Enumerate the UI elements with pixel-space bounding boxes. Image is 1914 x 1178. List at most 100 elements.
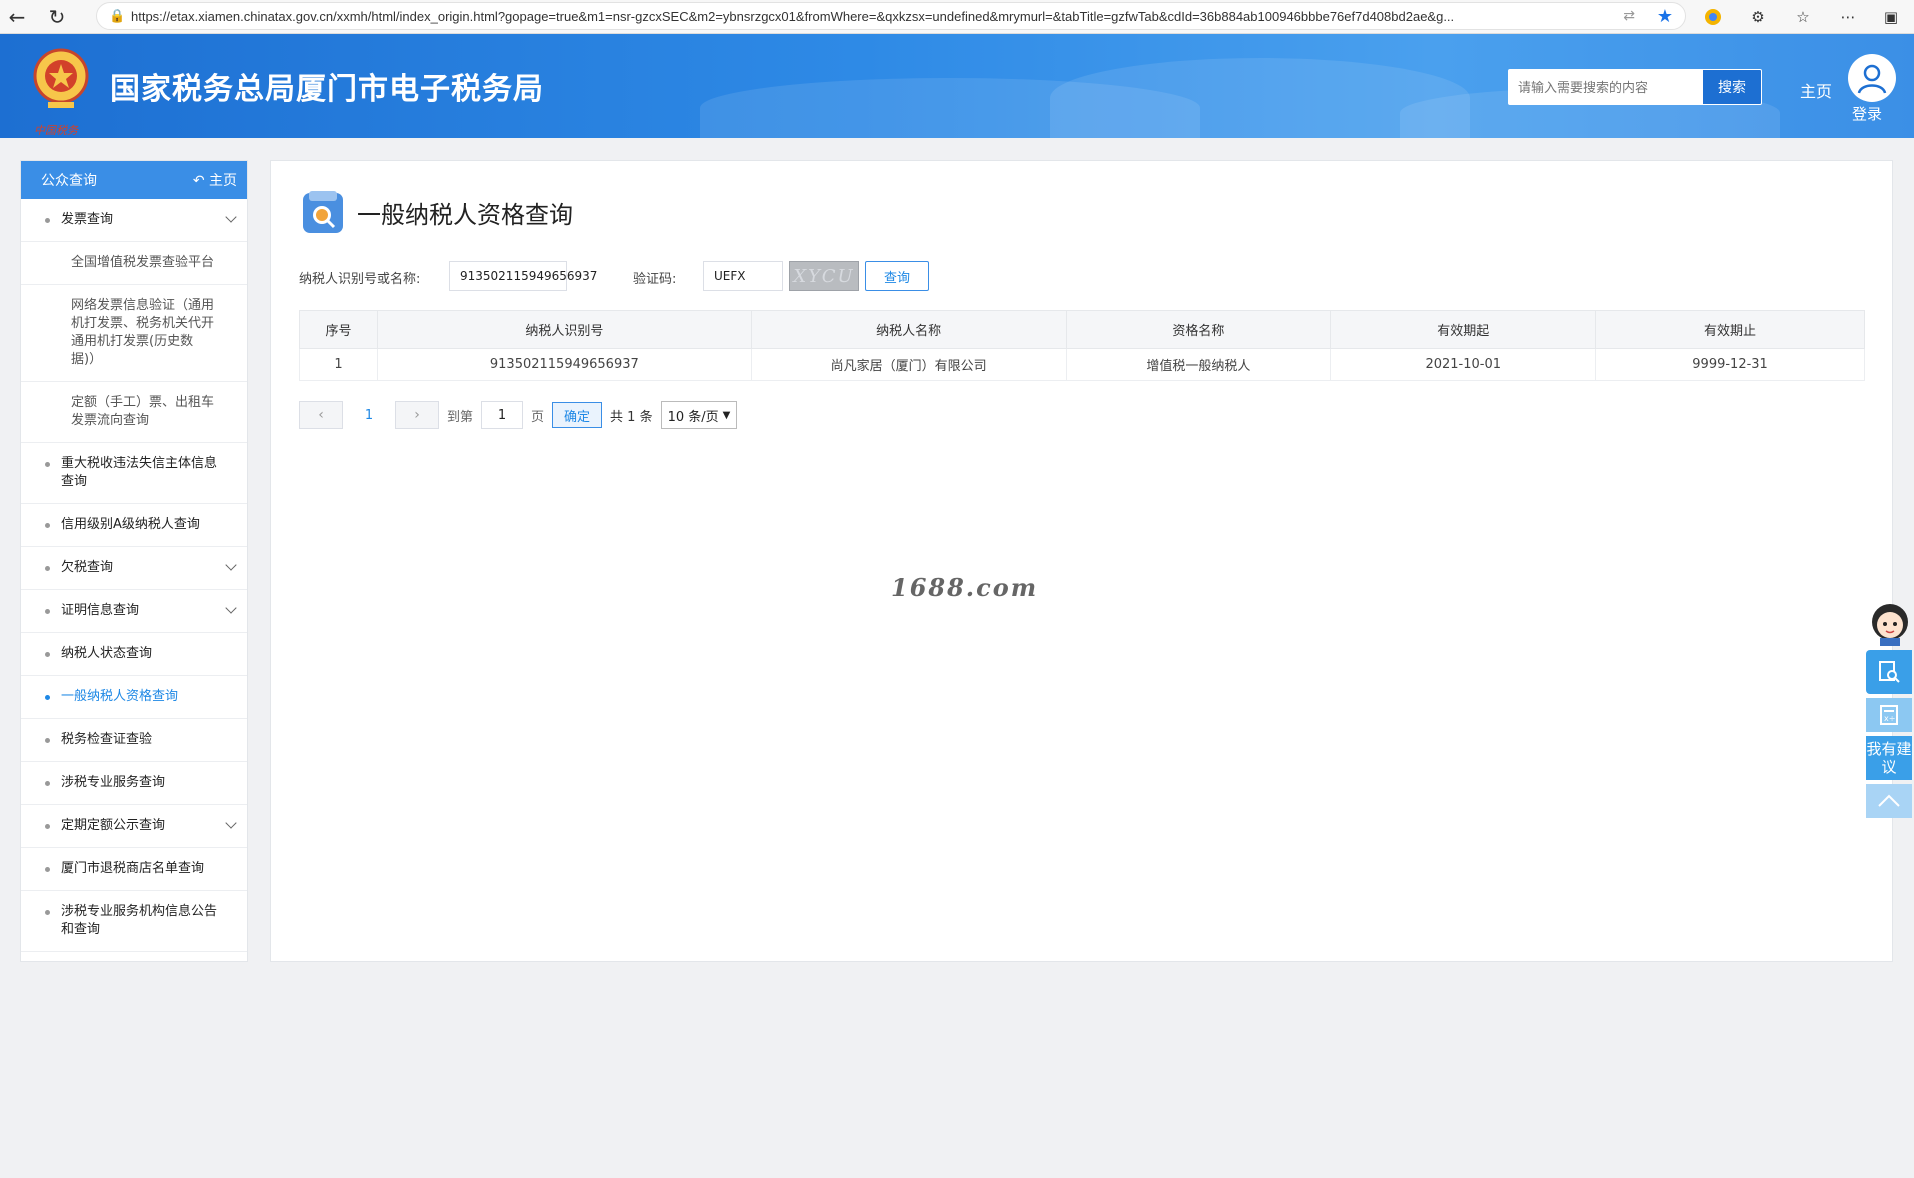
- sidebar-item-label: 信用级别A级纳税人查询: [61, 517, 200, 532]
- emblem-caption: 中国税务: [34, 124, 78, 137]
- page-size-select[interactable]: 10 条/页 ▼: [660, 401, 738, 429]
- sidebar-item-label: 网络发票信息验证（通用机打发票、税务机关代开通用机打发票(历史数据)）: [71, 298, 215, 367]
- chevron-down-icon: [225, 211, 237, 223]
- user-avatar-icon[interactable]: [1848, 54, 1896, 102]
- taxpayer-id-input[interactable]: 913502115949656937: [449, 261, 597, 291]
- sidebar-item-online-invoice-verify[interactable]: 网络发票信息验证（通用机打发票、税务机关代开通用机打发票(历史数据)）: [21, 285, 247, 382]
- favorites-list-icon[interactable]: ☆: [1790, 4, 1816, 30]
- translate-icon[interactable]: ⇄: [1623, 8, 1635, 24]
- sidebar-item-quota-invoice-flow[interactable]: 定额（手工）票、出租车发票流向查询: [21, 382, 247, 443]
- table-cell: 1: [299, 348, 378, 381]
- sidebar-item-label: 定期定额公示查询: [61, 818, 166, 833]
- table-cell: 尚凡家居（厦门）有限公司: [750, 348, 1067, 381]
- sidebar-item-taxpayer-status[interactable]: 纳税人状态查询: [21, 633, 247, 676]
- sidebar-item-label: 重大税收违法失信主体信息查询: [61, 456, 218, 489]
- assistant-mascot-icon[interactable]: [1866, 600, 1914, 646]
- address-bar[interactable]: 🔒 https://etax.xiamen.chinatax.gov.cn/xx…: [96, 2, 1686, 30]
- goto-page-input[interactable]: 1: [481, 401, 524, 429]
- suggestion-button[interactable]: 我有建议: [1866, 736, 1912, 780]
- sidebar-home-label: 主页: [209, 173, 237, 189]
- sidebar-item-tax-refund-shops[interactable]: 厦门市退税商店名单查询: [21, 848, 247, 891]
- sidebar-item-label: 证明信息查询: [61, 603, 140, 618]
- table-cell: 9999-12-31: [1595, 348, 1865, 381]
- svg-text:x÷: x÷: [1884, 714, 1895, 723]
- tax-emblem-icon: [33, 48, 89, 108]
- chevron-down-icon: ▼: [722, 409, 731, 421]
- sidebar-item-tax-arrears[interactable]: 欠税查询: [21, 547, 247, 590]
- current-page-number[interactable]: 1: [343, 408, 395, 423]
- query-button[interactable]: 查询: [865, 261, 929, 291]
- sidebar-item-label: 定额（手工）票、出租车发票流向查询: [71, 395, 215, 428]
- table-cell: 913502115949656937: [376, 348, 752, 381]
- sidebar-toggle-icon[interactable]: ▣: [1878, 4, 1904, 30]
- site-search-input[interactable]: [1508, 69, 1702, 105]
- chevron-up-icon: [1878, 794, 1900, 807]
- sidebar-item-fixed-quota[interactable]: 定期定额公示查询: [21, 805, 247, 848]
- calculator-button[interactable]: x÷: [1866, 698, 1912, 732]
- captcha-image[interactable]: XYCU: [789, 261, 859, 291]
- back-arrow-icon[interactable]: ←: [0, 0, 34, 34]
- column-header: 有效期止: [1595, 310, 1865, 349]
- column-header: 序号: [299, 310, 378, 349]
- sidebar: 公众查询 ↶ 主页 发票查询 全国增值税发票查验平台 网络发票信息验证（通用机打…: [20, 160, 248, 962]
- column-header: 有效期起: [1330, 310, 1597, 349]
- total-count: 共 1 条: [610, 409, 653, 425]
- prev-page-button[interactable]: ‹: [299, 401, 343, 429]
- site-search-button[interactable]: 搜索: [1702, 69, 1762, 105]
- favorite-star-icon[interactable]: ★: [1657, 6, 1673, 27]
- taxpayer-label: 纳税人识别号或名称:: [299, 272, 421, 287]
- main-panel: 一般纳税人资格查询 纳税人识别号或名称: 913502115949656937 …: [270, 160, 1893, 962]
- search-tool-button[interactable]: [1866, 650, 1912, 694]
- column-header: 纳税人识别号: [376, 310, 752, 349]
- goto-label: 到第: [447, 409, 474, 425]
- sidebar-item-label: 厦门市退税商店名单查询: [61, 861, 205, 876]
- goto-confirm-button[interactable]: 确定: [552, 402, 603, 428]
- captcha-label: 验证码:: [633, 272, 677, 287]
- back-to-top-button[interactable]: [1866, 784, 1912, 818]
- captcha-input[interactable]: UEFX: [703, 261, 783, 291]
- table-cell: 增值税一般纳税人: [1065, 348, 1332, 381]
- sidebar-item-major-violation[interactable]: 重大税收违法失信主体信息查询: [21, 443, 247, 504]
- sidebar-home-link[interactable]: ↶ 主页: [193, 170, 237, 190]
- chevron-down-icon: [225, 602, 237, 614]
- sidebar-item-service-agency-info[interactable]: 涉税专业服务机构信息公告和查询: [21, 891, 247, 952]
- table-cell: 2021-10-01: [1330, 348, 1597, 381]
- sidebar-item-credit-a-level[interactable]: 信用级别A级纳税人查询: [21, 504, 247, 547]
- sidebar-item-label: 发票查询: [61, 212, 114, 227]
- sidebar-item-label: 涉税专业服务查询: [61, 775, 166, 790]
- chevron-down-icon: [225, 817, 237, 829]
- sidebar-title: 公众查询: [41, 173, 97, 189]
- sidebar-header: 公众查询 ↶ 主页: [21, 161, 247, 199]
- page-title: 一般纳税人资格查询: [357, 201, 573, 229]
- calculator-icon: x÷: [1880, 705, 1898, 725]
- chevron-down-icon: [225, 559, 237, 571]
- next-page-button[interactable]: ›: [395, 401, 439, 429]
- sidebar-item-inspection-cert[interactable]: 税务检查证查验: [21, 719, 247, 762]
- sidebar-item-vat-invoice-check[interactable]: 全国增值税发票查验平台: [21, 242, 247, 285]
- sidebar-item-label: 欠税查询: [61, 560, 114, 575]
- sidebar-item-general-taxpayer[interactable]: 一般纳税人资格查询: [21, 676, 247, 719]
- extensions-puzzle-icon[interactable]: ⚙: [1745, 4, 1771, 30]
- sidebar-item-label: 一般纳税人资格查询: [61, 689, 179, 704]
- result-table: 序号 纳税人识别号 纳税人名称 资格名称 有效期起 有效期止 1 9135021…: [299, 310, 1865, 381]
- sidebar-item-certificate-info[interactable]: 证明信息查询: [21, 590, 247, 633]
- search-document-icon: [303, 191, 343, 233]
- sidebar-item-invoice-query[interactable]: 发票查询: [21, 199, 247, 242]
- header-home-link[interactable]: 主页: [1800, 78, 1832, 102]
- more-menu-icon[interactable]: ⋯: [1835, 4, 1861, 30]
- watermark-text: 1688.com: [891, 573, 1039, 602]
- reload-icon[interactable]: ↻: [40, 0, 74, 34]
- address-url: https://etax.xiamen.chinatax.gov.cn/xxmh…: [131, 8, 1455, 24]
- column-header: 资格名称: [1065, 310, 1332, 349]
- page-size-value: 10 条/页: [667, 409, 719, 425]
- sidebar-item-label: 税务检查证查验: [61, 732, 153, 747]
- login-link[interactable]: 登录: [1852, 103, 1882, 124]
- site-title: 国家税务总局厦门市电子税务局: [110, 72, 544, 107]
- pagination: ‹ 1 › 到第 1 页 确定 共 1 条 10 条/页 ▼: [299, 401, 738, 429]
- sidebar-item-label: 纳税人状态查询: [61, 646, 153, 661]
- page-unit-label: 页: [531, 409, 545, 425]
- table-row: 1 913502115949656937 尚凡家居（厦门）有限公司 增值税一般纳…: [299, 348, 1865, 381]
- sidebar-item-professional-service[interactable]: 涉税专业服务查询: [21, 762, 247, 805]
- table-header-row: 序号 纳税人识别号 纳税人名称 资格名称 有效期起 有效期止: [299, 310, 1865, 349]
- extension-color-icon[interactable]: [1700, 4, 1726, 30]
